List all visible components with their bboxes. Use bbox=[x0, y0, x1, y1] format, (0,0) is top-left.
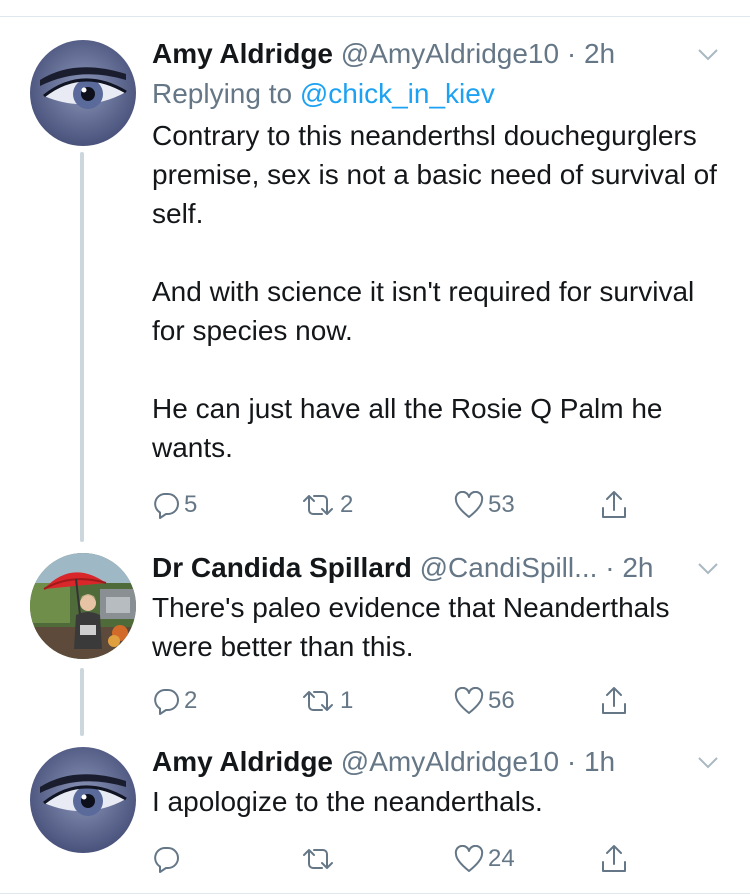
separator-dot: · bbox=[566, 746, 577, 777]
retweet-button[interactable]: 1 bbox=[300, 684, 353, 718]
chevron-down-icon[interactable] bbox=[696, 750, 720, 774]
display-name[interactable]: Amy Aldridge bbox=[152, 746, 333, 777]
like-count: 53 bbox=[488, 491, 515, 518]
chevron-down-icon[interactable] bbox=[696, 556, 720, 580]
replying-to: Replying to @chick_in_kiev bbox=[152, 74, 732, 114]
thread-line bbox=[80, 668, 84, 736]
retweet-icon bbox=[303, 495, 333, 515]
tweet-paragraph: Contrary to this neanderthsl douchegurgl… bbox=[152, 120, 717, 229]
thread-line bbox=[80, 152, 84, 542]
tweet-header: Amy Aldridge @AmyAldridge10 · 1h bbox=[152, 742, 732, 782]
reply-button[interactable]: 2 bbox=[152, 684, 197, 718]
tweet-header: Dr Candida Spillard @CandiSpill... · 2h bbox=[152, 548, 732, 588]
avatar[interactable] bbox=[30, 747, 136, 853]
retweet-icon bbox=[303, 691, 333, 711]
retweet-button[interactable]: 2 bbox=[300, 488, 353, 522]
mention-link[interactable]: @chick_in_kiev bbox=[300, 78, 495, 109]
retweet-count: 1 bbox=[340, 687, 354, 714]
display-name[interactable]: Dr Candida Spillard bbox=[152, 552, 412, 583]
share-button[interactable] bbox=[600, 842, 628, 876]
reply-icon bbox=[154, 847, 179, 873]
tweet-actions: 5 2 53 bbox=[152, 488, 652, 522]
tweet: Amy Aldridge @AmyAldridge10 · 2h Replyin… bbox=[152, 34, 732, 519]
user-handle[interactable]: @AmyAldridge10 bbox=[341, 746, 559, 777]
chevron-down-icon[interactable] bbox=[696, 42, 720, 66]
tweet: Dr Candida Spillard @CandiSpill... · 2h … bbox=[152, 548, 732, 715]
tweet-actions: 2 1 56 bbox=[152, 684, 652, 718]
reply-button[interactable]: 5 bbox=[152, 488, 197, 522]
reply-icon bbox=[154, 493, 179, 519]
separator-dot: · bbox=[605, 552, 615, 583]
share-icon bbox=[602, 491, 626, 518]
tweet-text: I apologize to the neanderthals. bbox=[152, 782, 732, 821]
like-button[interactable]: 53 bbox=[454, 488, 515, 522]
share-button[interactable] bbox=[600, 684, 628, 718]
retweet-count: 2 bbox=[340, 491, 354, 518]
like-button[interactable]: 56 bbox=[454, 684, 515, 718]
tweet-paragraph: He can just have all the Rosie Q Palm he… bbox=[152, 393, 663, 463]
tweet-paragraph: There's paleo evidence that Neanderthals… bbox=[152, 592, 670, 662]
like-button[interactable]: 24 bbox=[454, 842, 515, 876]
user-handle[interactable]: @CandiSpill... bbox=[420, 552, 598, 583]
user-handle[interactable]: @AmyAldridge10 bbox=[341, 38, 559, 69]
top-divider bbox=[0, 16, 750, 17]
reply-count: 2 bbox=[184, 687, 198, 714]
retweet-button[interactable] bbox=[300, 842, 340, 876]
display-name[interactable]: Amy Aldridge bbox=[152, 38, 333, 69]
share-icon bbox=[602, 845, 626, 872]
like-count: 24 bbox=[488, 845, 515, 872]
reply-button[interactable] bbox=[152, 842, 184, 876]
heart-icon bbox=[454, 845, 484, 872]
avatar[interactable] bbox=[30, 553, 136, 659]
heart-icon bbox=[454, 687, 484, 714]
timestamp[interactable]: 2h bbox=[622, 552, 653, 583]
retweet-icon bbox=[303, 849, 333, 869]
bottom-divider bbox=[0, 893, 750, 894]
reply-icon bbox=[154, 689, 179, 715]
separator-dot: · bbox=[566, 38, 577, 69]
tweet-header: Amy Aldridge @AmyAldridge10 · 2h bbox=[152, 34, 732, 74]
share-button[interactable] bbox=[600, 488, 628, 522]
tweet-paragraph: I apologize to the neanderthals. bbox=[152, 786, 543, 817]
reply-count: 5 bbox=[184, 491, 198, 518]
tweet-actions: 24 bbox=[152, 842, 652, 876]
timestamp[interactable]: 1h bbox=[584, 746, 615, 777]
replying-to-label: Replying to bbox=[152, 78, 300, 109]
tweet: Amy Aldridge @AmyAldridge10 · 1h I apolo… bbox=[152, 742, 732, 873]
avatar[interactable] bbox=[30, 40, 136, 146]
timestamp[interactable]: 2h bbox=[584, 38, 615, 69]
like-count: 56 bbox=[488, 687, 515, 714]
share-icon bbox=[602, 687, 626, 714]
tweet-text: There's paleo evidence that Neanderthals… bbox=[152, 588, 732, 666]
tweet-text: Contrary to this neanderthsl douchegurgl… bbox=[152, 116, 732, 467]
heart-icon bbox=[454, 491, 484, 518]
tweet-paragraph: And with science it isn't required for s… bbox=[152, 276, 695, 346]
